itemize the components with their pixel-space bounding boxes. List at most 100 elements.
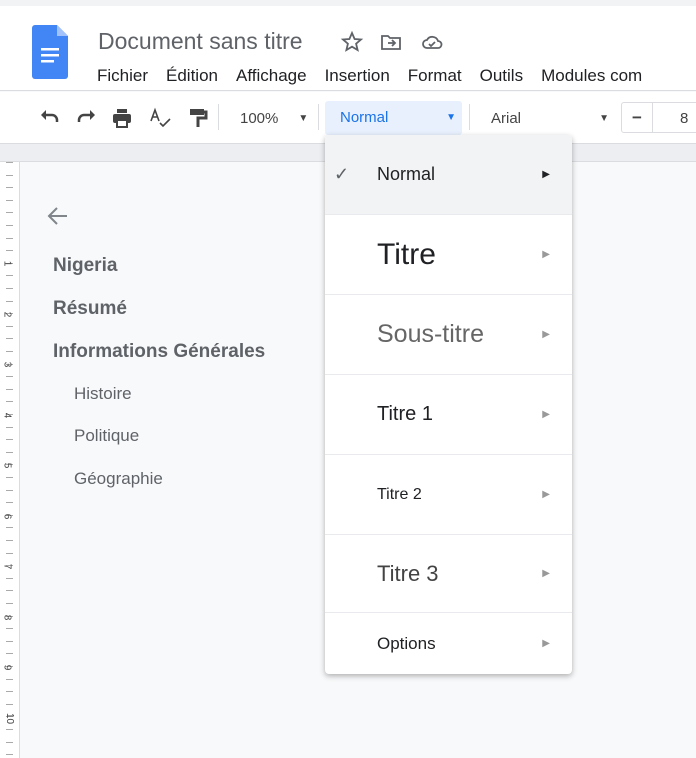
style-option-titre[interactable]: Titre ▶: [325, 215, 572, 295]
ruler-number: 3: [1, 361, 13, 368]
ruler-tick: [6, 603, 13, 604]
ruler-tick: [6, 451, 13, 453]
ruler-number: 7: [1, 563, 13, 570]
caret-down-icon: ▼: [446, 112, 456, 123]
style-option-titre-3[interactable]: Titre 3 ▶: [325, 535, 572, 613]
ruler-tick: [6, 376, 13, 378]
ruler-tick: [6, 300, 13, 302]
font-value: Arial: [491, 109, 522, 127]
zoom-value: 100%: [240, 109, 279, 127]
check-icon: ✓: [334, 164, 350, 184]
ruler-tick: [6, 577, 13, 579]
style-option-normal[interactable]: ✓ Normal ▶: [325, 135, 572, 215]
option-label: Normal: [377, 164, 436, 184]
submenu-arrow-icon: ▶: [542, 169, 550, 180]
ruler-tick: [6, 477, 13, 478]
ruler-tick: [6, 199, 13, 201]
ruler-tick: [6, 678, 13, 680]
menu-insertion[interactable]: Insertion: [325, 66, 390, 86]
ruler-tick: [6, 212, 13, 214]
document-canvas: [572, 162, 696, 758]
ruler-tick: [6, 640, 13, 642]
ruler-tick: [6, 250, 13, 252]
ruler-tick: [6, 338, 13, 340]
ruler-tick: [6, 237, 13, 239]
ruler-tick: [6, 729, 13, 730]
ruler-tick: [6, 754, 13, 756]
ruler-tick: [6, 174, 13, 176]
style-select[interactable]: Normal ▼: [325, 101, 462, 135]
ruler-tick: [6, 187, 13, 189]
ruler-number: 4: [1, 412, 13, 418]
menu-format[interactable]: Format: [408, 66, 462, 86]
style-option-sous-titre[interactable]: Sous-titre ▶: [325, 295, 572, 375]
ruler-number: 10: [4, 712, 16, 724]
style-option-titre-2[interactable]: Titre 2 ▶: [325, 455, 572, 535]
cloud-saved-icon[interactable]: [420, 30, 444, 54]
paragraph-style-menu: ✓ Normal ▶ Titre ▶ Sous-titre ▶ Titre 1 …: [325, 135, 572, 674]
ruler-tick: [6, 590, 13, 592]
docs-logo-icon[interactable]: [32, 25, 68, 79]
zoom-select[interactable]: 100% ▼: [240, 106, 308, 130]
redo-icon[interactable]: [74, 106, 98, 130]
submenu-arrow-icon: ▶: [542, 329, 550, 340]
outline-item[interactable]: Géographie: [74, 469, 163, 489]
menu-modules[interactable]: Modules com: [541, 66, 642, 86]
ruler-tick: [6, 489, 13, 491]
outline-item[interactable]: Informations Générales: [53, 341, 265, 363]
style-value: Normal: [340, 109, 389, 126]
ruler-number: 8: [1, 614, 13, 620]
option-label: Titre 3: [377, 560, 439, 586]
option-label: Titre: [377, 237, 436, 271]
submenu-arrow-icon: ▶: [542, 489, 550, 500]
option-label: Titre 2: [377, 485, 422, 503]
ruler-tick: [6, 703, 13, 705]
document-outline: Nigeria Résumé Informations Générales Hi…: [20, 162, 325, 758]
ruler-tick: [6, 540, 13, 541]
ruler-tick: [6, 401, 13, 403]
outline-item[interactable]: Politique: [74, 426, 139, 446]
submenu-arrow-icon: ▶: [542, 249, 550, 260]
ruler-tick: [6, 288, 13, 289]
menu-affichage[interactable]: Affichage: [236, 66, 307, 86]
ruler-tick: [6, 502, 13, 504]
option-label: Titre 1: [377, 403, 433, 425]
caret-down-icon: ▼: [599, 112, 609, 124]
font-size-input[interactable]: 8: [680, 110, 688, 127]
menu-edition[interactable]: Édition: [166, 66, 218, 86]
ruler-number: 6: [1, 513, 13, 519]
divider: [318, 104, 319, 130]
ruler-number: 9: [1, 664, 13, 671]
move-folder-icon[interactable]: [379, 30, 403, 54]
outline-item[interactable]: Histoire: [74, 384, 132, 404]
paint-format-icon[interactable]: [186, 106, 210, 130]
decrease-font-size-button[interactable]: −: [622, 103, 653, 132]
ruler-tick: [6, 741, 13, 743]
outline-item[interactable]: Nigeria: [53, 255, 117, 277]
divider: [469, 104, 470, 130]
outline-item[interactable]: Résumé: [53, 298, 127, 320]
print-icon[interactable]: [110, 106, 134, 130]
font-select[interactable]: Arial ▼: [491, 106, 609, 130]
ruler-tick: [6, 426, 13, 428]
font-size-stepper: − 8: [621, 102, 696, 133]
menu-fichier[interactable]: Fichier: [97, 66, 148, 86]
ruler-tick: [6, 388, 13, 390]
style-option-options[interactable]: Options ▶: [325, 613, 572, 674]
menu-outils[interactable]: Outils: [480, 66, 523, 86]
divider: [218, 104, 219, 130]
style-option-titre-1[interactable]: Titre 1 ▶: [325, 375, 572, 455]
ruler-tick: [6, 162, 13, 163]
ruler-tick: [6, 439, 13, 441]
ruler-tick: [6, 325, 13, 327]
back-arrow-icon[interactable]: [46, 204, 70, 228]
menu-bar: Fichier Édition Affichage Insertion Form…: [97, 66, 660, 86]
ruler-tick: [6, 653, 13, 655]
star-icon[interactable]: [340, 30, 364, 54]
undo-icon[interactable]: [38, 106, 62, 130]
ruler-tick: [6, 628, 13, 630]
spellcheck-icon[interactable]: [148, 106, 172, 130]
document-title[interactable]: Document sans titre: [98, 28, 303, 55]
ruler-tick: [6, 527, 13, 529]
submenu-arrow-icon: ▶: [542, 638, 550, 649]
